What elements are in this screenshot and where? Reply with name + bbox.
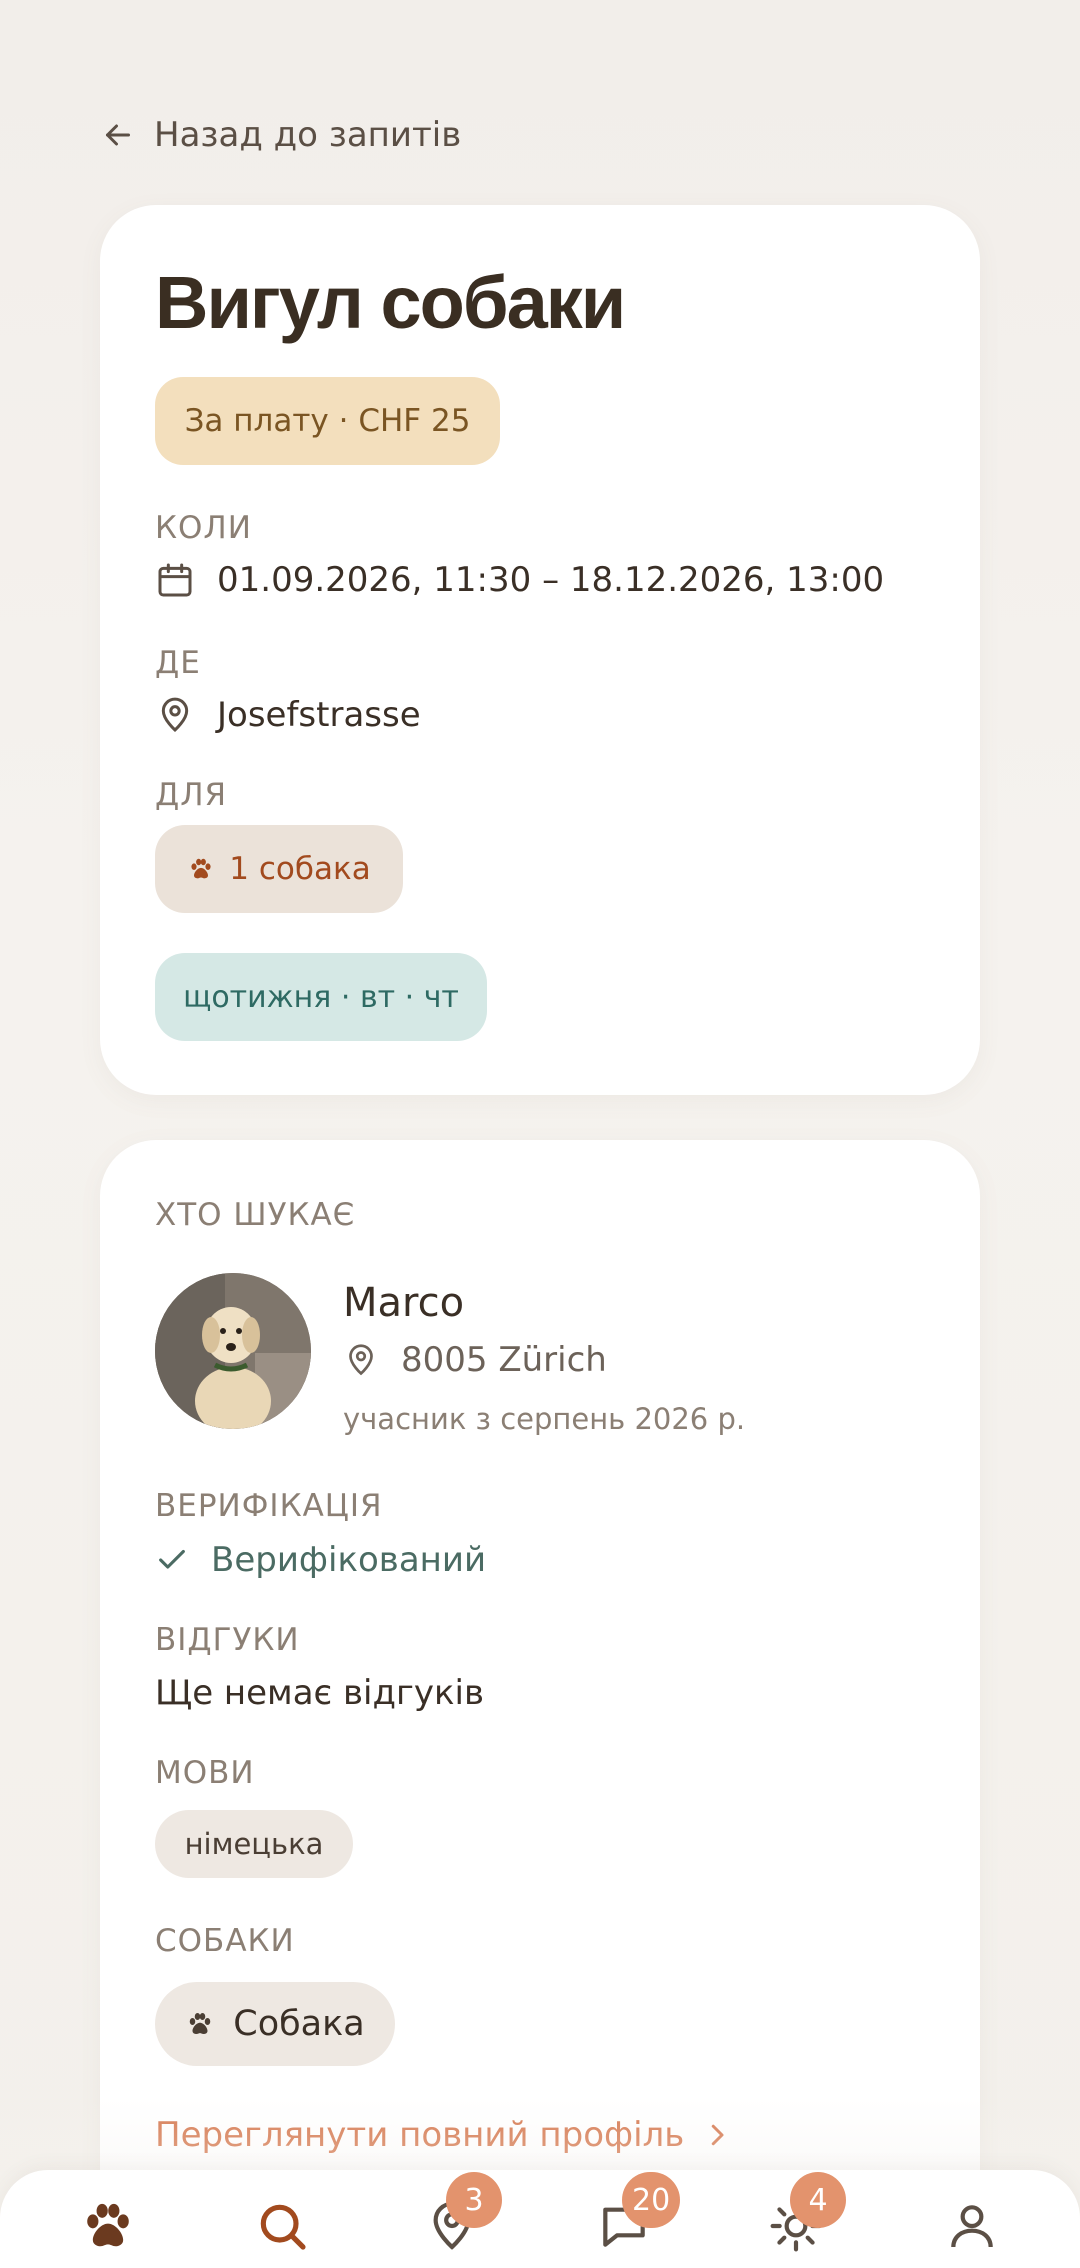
location-pin-icon: [349, 1344, 373, 1376]
verification-label: ВЕРИФІКАЦІЯ: [155, 1488, 383, 1524]
dog-photo: [155, 1273, 311, 1429]
languages-label: МОВИ: [155, 1755, 255, 1791]
when-value: 01.09.2026, 11:30 – 18.12.2026, 13:00: [217, 560, 885, 600]
schedule-badge: щотижня · вт · чт: [155, 953, 487, 1041]
requester-location: 8005 Zürich: [401, 1340, 607, 1380]
paw-icon: [191, 858, 211, 879]
request-card: Вигул собаки За плату · CHF 25 КОЛИ 01.0…: [100, 205, 980, 1095]
bottom-nav: 3 20 4: [0, 2170, 1080, 2268]
chevron-right-icon: [712, 2124, 724, 2146]
check-icon: [159, 1549, 185, 1569]
paw-icon: [190, 2013, 211, 2034]
calendar-icon: [158, 563, 192, 597]
nav-paw[interactable]: [76, 2194, 140, 2258]
paw-icon: [87, 2203, 129, 2247]
for-label: ДЛЯ: [155, 777, 228, 813]
user-icon: [951, 2205, 993, 2248]
language-chip: німецька: [155, 1810, 353, 1878]
arrow-left-icon: [106, 124, 130, 146]
where-value: Josefstrasse: [217, 695, 421, 735]
nav-activity[interactable]: 4: [764, 2172, 846, 2258]
verification-row: Верифікований: [155, 1540, 486, 1580]
member-since: учасник з серпень 2026 р.: [343, 1402, 746, 1436]
back-to-requests-link[interactable]: Назад до запитів: [100, 110, 461, 160]
dog-chip[interactable]: Собака: [155, 1982, 395, 2066]
location-pin-icon: [161, 697, 189, 733]
price-badge: За плату · CHF 25: [155, 377, 500, 465]
map-badge: 3: [446, 2172, 502, 2228]
avatar[interactable]: [155, 1273, 311, 1429]
nav-search[interactable]: [250, 2194, 314, 2258]
nav-messages[interactable]: 20: [592, 2172, 681, 2258]
when-row: 01.09.2026, 11:30 – 18.12.2026, 13:00: [155, 560, 884, 600]
nav-map[interactable]: 3: [420, 2172, 502, 2258]
search-icon: [260, 2204, 306, 2250]
verification-value: Верифікований: [211, 1540, 487, 1580]
view-full-profile-link[interactable]: Переглянути повний профіль: [155, 2115, 732, 2155]
activity-badge: 4: [790, 2172, 846, 2228]
request-title: Вигул собаки: [155, 261, 626, 344]
dog-name: Собака: [233, 2004, 365, 2044]
back-label: Назад до запитів: [154, 115, 462, 155]
nav-profile[interactable]: [940, 2194, 1004, 2258]
reviews-value: Ще немає відгуків: [155, 1673, 485, 1713]
where-row: Josefstrasse: [155, 695, 421, 735]
reviews-label: ВІДГУКИ: [155, 1622, 300, 1658]
dogs-label: СОБАКИ: [155, 1923, 295, 1959]
messages-badge: 20: [622, 2172, 681, 2228]
dog-count-value: 1 собака: [229, 851, 371, 887]
when-label: КОЛИ: [155, 510, 252, 546]
requester-section-label: ХТО ШУКАЄ: [155, 1197, 356, 1233]
profile-link-label: Переглянути повний профіль: [155, 2115, 685, 2155]
dog-count-badge: 1 собака: [155, 825, 403, 913]
where-label: ДЕ: [155, 645, 201, 681]
requester-card: ХТО ШУКАЄ Marco 8005 Zürich учасник з се…: [100, 1140, 980, 2268]
requester-name: Marco: [343, 1280, 465, 1326]
requester-location-row: 8005 Zürich: [343, 1340, 607, 1380]
